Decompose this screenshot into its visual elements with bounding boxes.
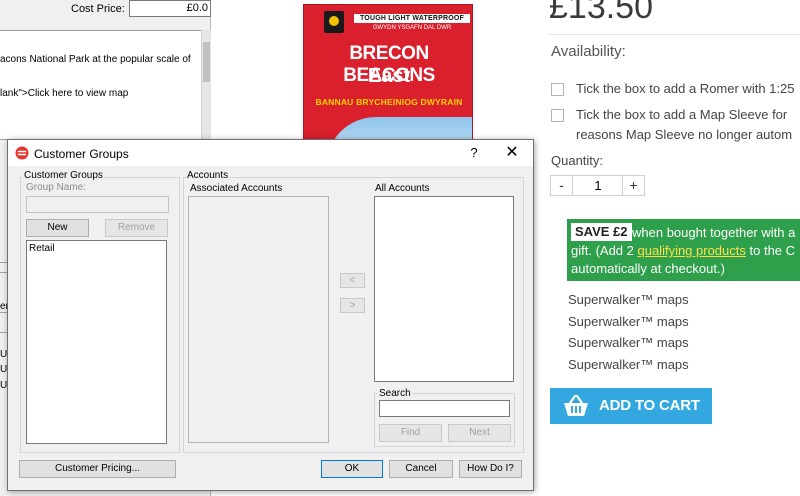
description-pane[interactable]: acons National Park at the popular scale… — [0, 30, 201, 140]
map-title-line2: East — [367, 65, 411, 87]
map-welsh-title: BANNAU BRYCHEINIOG DWYRAIN — [315, 97, 463, 107]
list-item[interactable]: Superwalker™ maps — [568, 314, 689, 329]
how-do-i-button[interactable]: How Do I? — [459, 460, 522, 478]
map-sleeve-checkbox[interactable] — [551, 109, 564, 122]
customer-groups-list[interactable]: Retail — [26, 240, 167, 444]
all-accounts-label: All Accounts — [375, 183, 430, 194]
qualifying-products-link[interactable]: qualifying products — [637, 243, 745, 258]
save-offer-banner: SAVE £2 when bought together with a gift… — [567, 219, 800, 281]
map-sleeve-option-label-line2: reasons Map Sleeve no longer autom — [576, 127, 793, 142]
save-text-suffix: to the C — [745, 243, 796, 258]
ok-button[interactable]: OK — [321, 460, 383, 478]
remove-group-button[interactable]: Remove — [105, 219, 168, 237]
accounts-group-label: Accounts — [186, 170, 230, 181]
romer-option-label: Tick the box to add a Romer with 1:25 — [576, 81, 795, 96]
new-group-button[interactable]: New — [26, 219, 89, 237]
list-item[interactable]: Superwalker™ maps — [568, 292, 689, 307]
all-accounts-list[interactable] — [374, 196, 514, 382]
move-left-button[interactable]: < — [340, 273, 365, 288]
list-item[interactable]: Superwalker™ maps — [568, 357, 689, 372]
product-price: £13.50 — [549, 0, 653, 26]
availability-label: Availability: — [551, 43, 626, 60]
quantity-increase-button[interactable]: + — [622, 176, 644, 195]
save-text-prefix: gift. (Add 2 — [571, 243, 638, 258]
add-to-cart-label: ADD TO CART — [599, 397, 700, 414]
associated-accounts-label: Associated Accounts — [190, 183, 283, 194]
customer-pricing-button[interactable]: Customer Pricing... — [19, 460, 176, 478]
dialog-titlebar[interactable]: Customer Groups ? ✕ — [8, 140, 533, 166]
scrollbar-thumb[interactable] — [203, 42, 210, 82]
next-button[interactable]: Next — [448, 424, 511, 442]
tough-waterproof-welsh: GWYDN YSGAFN DAL DWR — [372, 25, 452, 31]
help-button[interactable]: ? — [464, 144, 484, 162]
group-name-input[interactable] — [26, 196, 169, 213]
shopping-basket-icon — [564, 394, 588, 416]
quantity-label: Quantity: — [551, 153, 604, 168]
add-to-cart-button[interactable]: ADD TO CART — [550, 388, 712, 424]
save-text-line2: gift. (Add 2 qualifying products to the … — [571, 243, 795, 258]
divider — [549, 34, 800, 35]
tough-waterproof-strip: TOUGH LIGHT WATERPROOF — [354, 14, 470, 23]
cost-price-label: Cost Price: — [71, 3, 125, 15]
quantity-decrease-button[interactable]: - — [551, 176, 573, 195]
product-map-cover-image[interactable]: TOUGH LIGHT WATERPROOF GWYDN YSGAFN DAL … — [303, 4, 473, 156]
search-group-label: Search — [378, 388, 412, 399]
save-text-line3: automatically at checkout.) — [571, 261, 725, 276]
dialog-title: Customer Groups — [34, 147, 129, 161]
close-button[interactable]: ✕ — [500, 143, 524, 163]
list-item[interactable]: Retail — [29, 243, 55, 254]
customer-groups-group-label: Customer Groups — [23, 170, 104, 181]
move-right-button[interactable]: > — [340, 298, 365, 313]
search-input[interactable] — [379, 400, 510, 417]
find-button[interactable]: Find — [379, 424, 442, 442]
romer-checkbox[interactable] — [551, 83, 564, 96]
description-line: acons National Park at the popular scale… — [0, 54, 191, 65]
associated-accounts-list[interactable] — [188, 196, 329, 443]
customer-groups-dialog: Customer Groups ? ✕ Customer Groups Grou… — [7, 139, 534, 491]
description-line: lank">Click here to view map — [0, 88, 129, 99]
list-item[interactable]: Superwalker™ maps — [568, 335, 689, 350]
cost-price-input[interactable]: £0.0 — [129, 0, 211, 17]
harvey-logo — [324, 11, 344, 33]
app-logo-icon — [15, 146, 29, 160]
description-scrollbar[interactable] — [201, 30, 211, 140]
save-badge: SAVE £2 — [571, 223, 632, 241]
save-text-line1: when bought together with a — [632, 225, 796, 240]
quantity-input[interactable]: 1 — [574, 176, 622, 195]
group-name-label: Group Name: — [26, 182, 87, 193]
cancel-button[interactable]: Cancel — [389, 460, 453, 478]
map-sleeve-option-label: Tick the box to add a Map Sleeve for — [576, 107, 788, 122]
quantity-stepper: - 1 + — [550, 175, 645, 196]
